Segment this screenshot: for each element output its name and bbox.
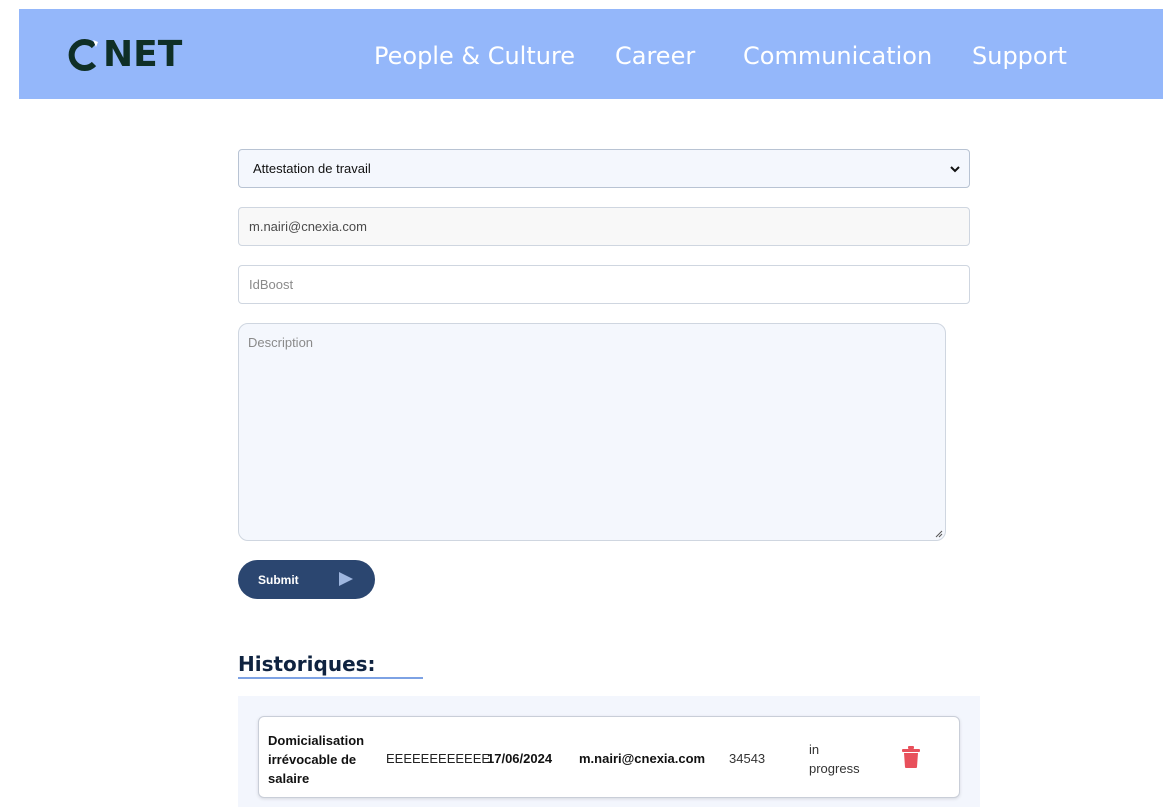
brand-logo[interactable]: NET <box>67 35 182 75</box>
history-row-date: 17/06/2024 <box>487 751 553 766</box>
nav-people-culture[interactable]: People & Culture <box>374 42 575 70</box>
submit-label: Submit <box>258 572 299 587</box>
email-value: m.nairi@cnexia.com <box>249 219 367 234</box>
submit-button[interactable]: Submit <box>238 560 375 599</box>
delete-request-button[interactable] <box>902 746 920 771</box>
request-type-select[interactable]: Attestation de travail <box>238 149 970 188</box>
nav-support[interactable]: Support <box>972 42 1067 70</box>
description-textarea[interactable]: Description <box>238 323 946 541</box>
request-type-value: Attestation de travail <box>253 161 371 176</box>
nav-career[interactable]: Career <box>615 42 695 70</box>
email-field[interactable]: m.nairi@cnexia.com <box>238 207 970 246</box>
nav-communication[interactable]: Communication <box>743 42 932 70</box>
history-row: Domicialisation irrévocable de salaire E… <box>258 716 960 798</box>
logo-c-mark-icon <box>68 39 98 71</box>
history-title-underline <box>238 677 423 679</box>
history-row-description: EEEEEEEEEEEE <box>386 751 491 766</box>
history-row-status: in progress <box>809 742 860 776</box>
logo-text: NET <box>103 34 183 75</box>
send-arrow-icon <box>339 572 353 586</box>
history-row-id: 34543 <box>729 751 766 766</box>
idboost-placeholder: IdBoost <box>249 277 294 292</box>
trash-icon <box>902 746 920 768</box>
top-navbar: NET People & Culture Career Communicatio… <box>19 9 1163 99</box>
chevron-down-icon <box>950 166 960 173</box>
description-placeholder: Description <box>248 335 314 350</box>
history-row-type: Domicialisation irrévocable de salaire <box>268 733 365 786</box>
idboost-input[interactable]: IdBoost <box>238 265 970 304</box>
resize-grip-icon[interactable] <box>935 530 943 538</box>
history-row-email: m.nairi@cnexia.com <box>579 751 706 766</box>
history-title: Historiques: <box>238 652 376 676</box>
